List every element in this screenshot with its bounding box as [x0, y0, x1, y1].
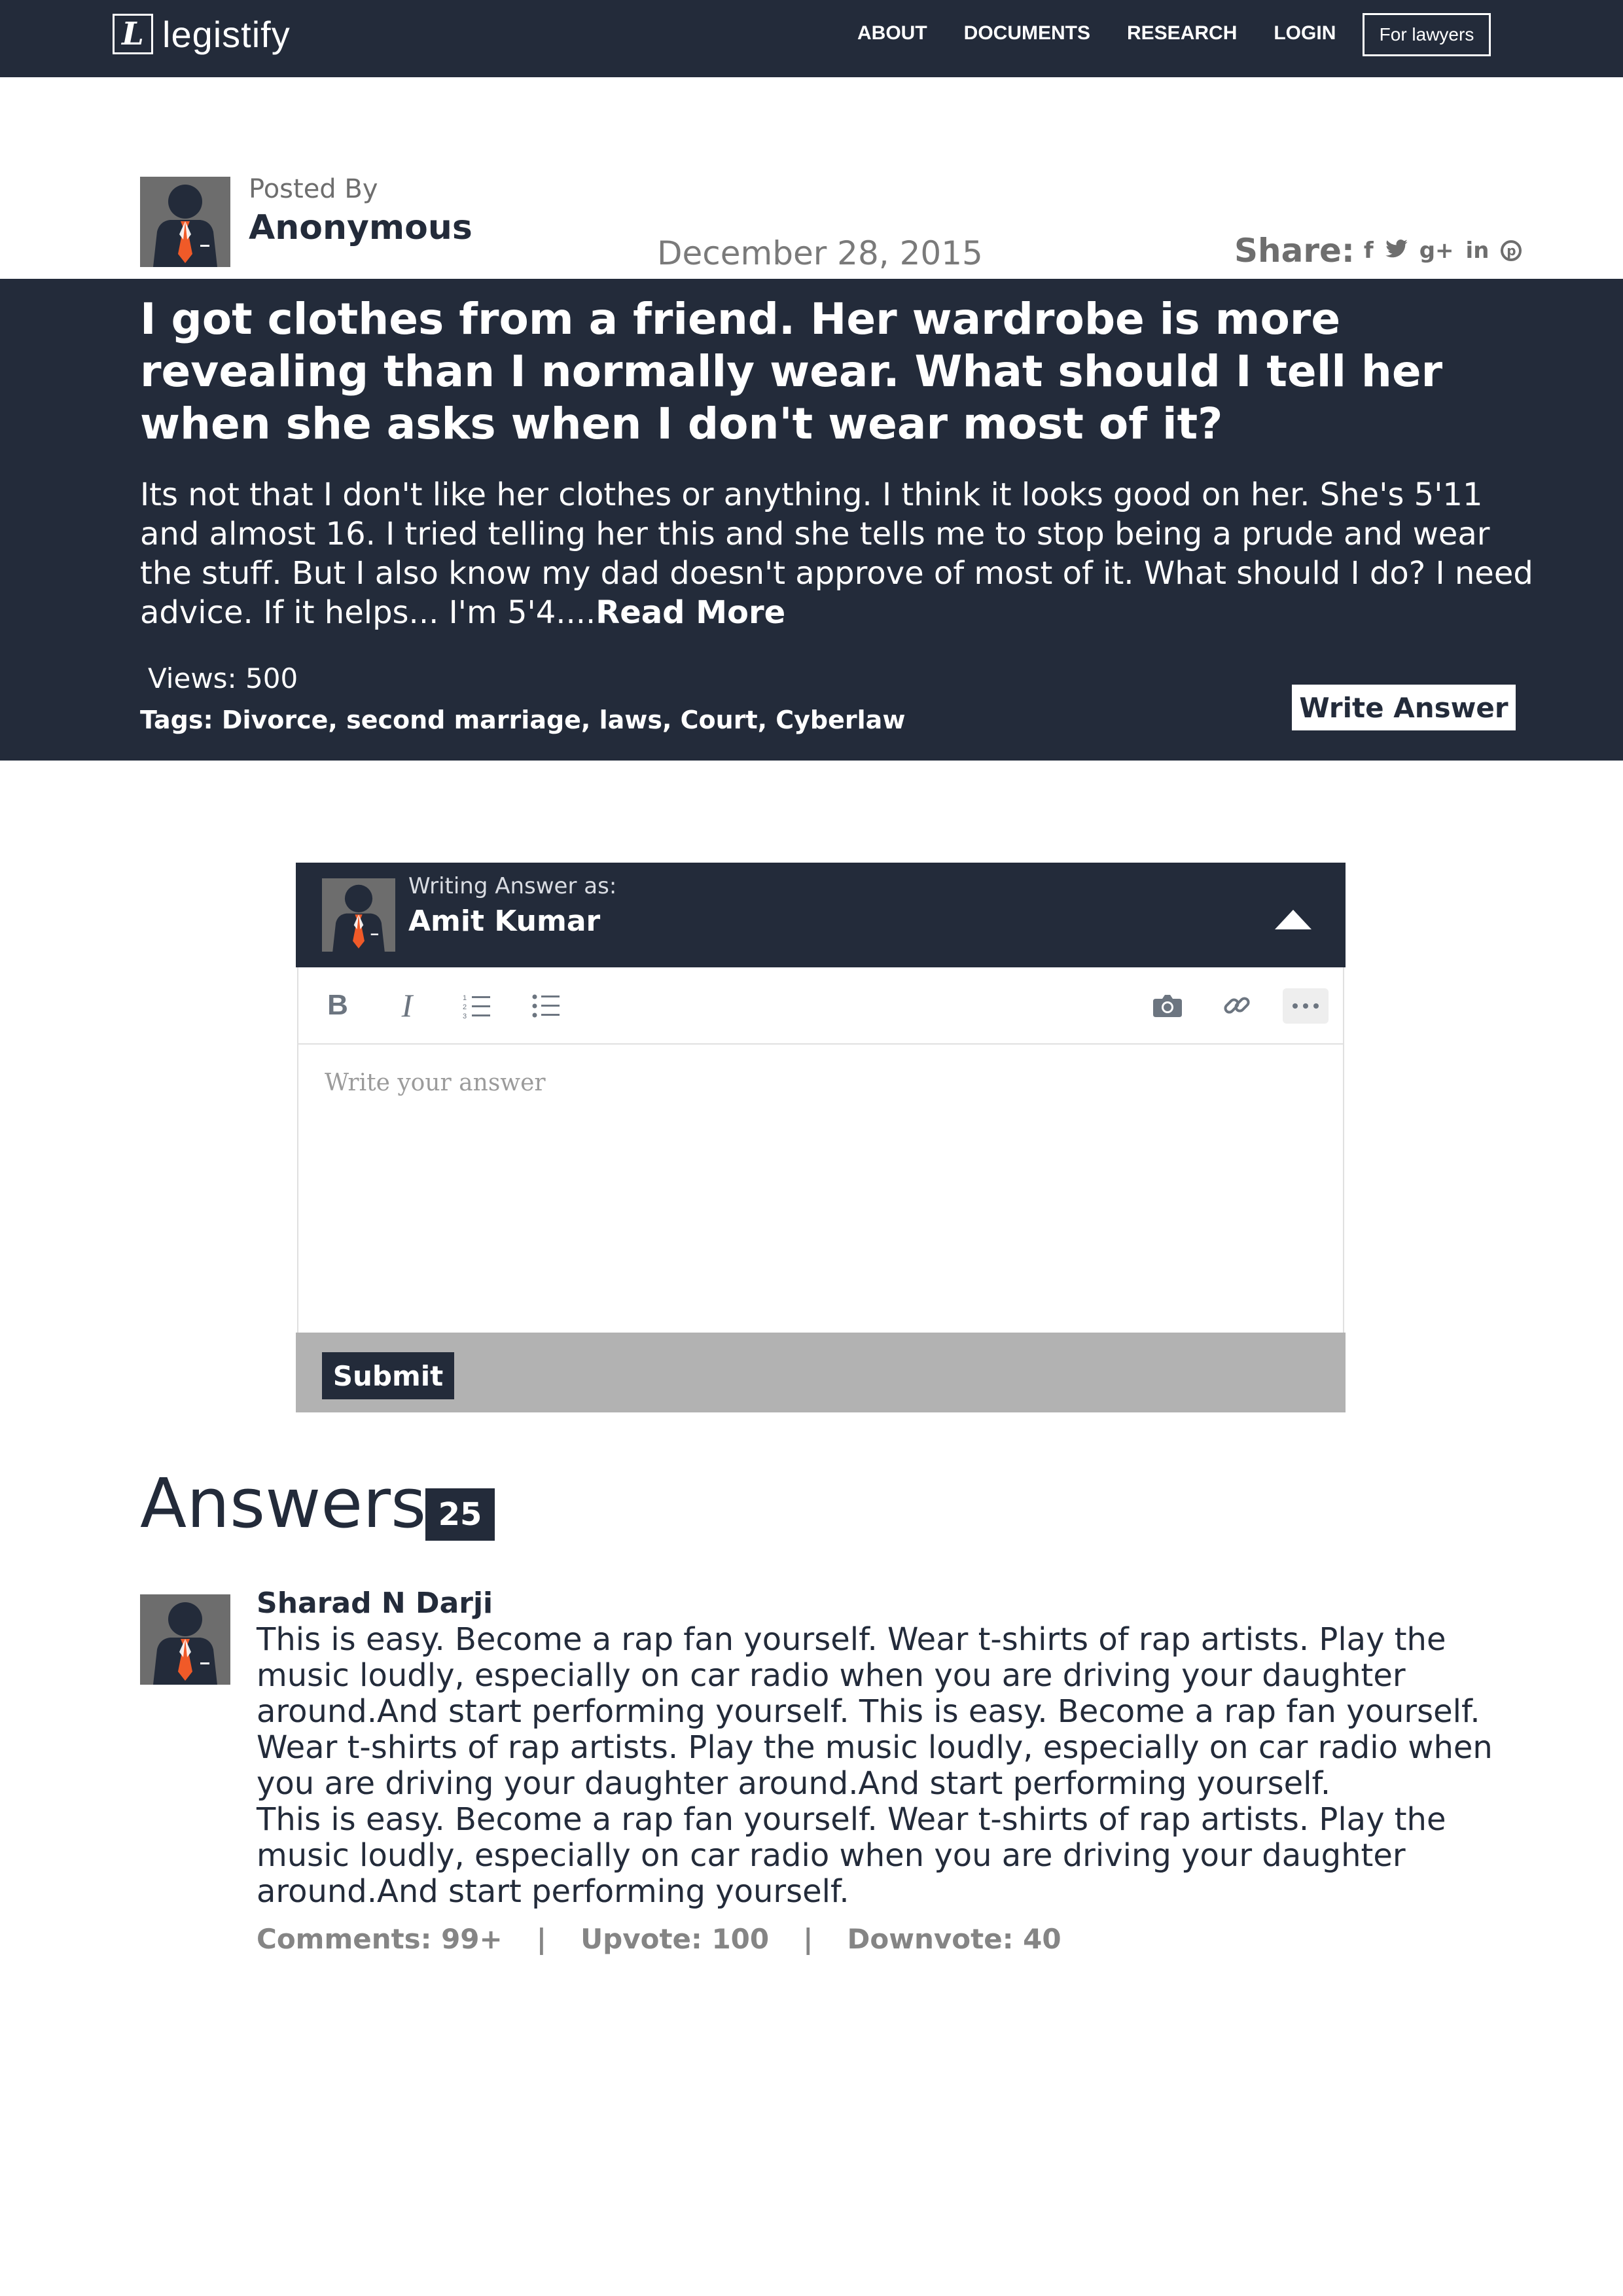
- share-label: Share:: [1234, 232, 1355, 270]
- linkedin-icon[interactable]: in: [1466, 238, 1489, 264]
- italic-icon[interactable]: I: [386, 984, 428, 1026]
- writing-as-label: Writing Answer as:: [408, 873, 617, 899]
- question-panel: I got clothes from a friend. Her wardrob…: [0, 279, 1623, 761]
- google-plus-icon[interactable]: g+: [1419, 238, 1454, 264]
- for-lawyers-button[interactable]: For lawyers: [1363, 13, 1491, 56]
- user-avatar-icon: [140, 177, 230, 267]
- nav-link-documents[interactable]: DOCUMENTS: [964, 22, 1090, 45]
- twitter-icon[interactable]: [1385, 238, 1408, 264]
- author-avatar: [140, 177, 230, 267]
- tags-list[interactable]: Divorce, second marriage, laws, Court, C…: [222, 706, 906, 734]
- read-more-link[interactable]: Read More: [596, 594, 785, 631]
- camera-icon[interactable]: [1147, 984, 1188, 1026]
- question-date: December 28, 2015: [657, 234, 983, 272]
- more-icon[interactable]: [1283, 988, 1329, 1024]
- bullet-list-icon[interactable]: [525, 984, 567, 1026]
- write-answer-button[interactable]: Write Answer: [1292, 685, 1516, 730]
- user-avatar-icon: [140, 1594, 230, 1685]
- answer-input-area: [297, 1045, 1344, 1334]
- brand-logo[interactable]: L legistify: [113, 13, 291, 55]
- stat-separator: |: [536, 1923, 547, 1955]
- brand-name: legistify: [162, 13, 291, 55]
- answers-count-badge: 25: [425, 1488, 495, 1541]
- answer-paragraph: This is easy. Become a rap fan yourself.…: [257, 1801, 1446, 1910]
- question-body: Its not that I don't like her clothes or…: [140, 475, 1534, 632]
- question-title: I got clothes from a friend. Her wardrob…: [140, 294, 1443, 449]
- downvote-button[interactable]: Downvote: 40: [847, 1923, 1061, 1955]
- writer-name: Amit Kumar: [408, 905, 601, 938]
- views-count: Views: 500: [148, 662, 298, 694]
- nav-link-about[interactable]: ABOUT: [857, 22, 927, 45]
- writer-avatar: [322, 878, 395, 952]
- ordered-list-icon[interactable]: 12 3: [455, 984, 497, 1026]
- posted-by-label: Posted By: [249, 174, 378, 204]
- answer-editor: Writing Answer as: Amit Kumar B I 12 3 Su…: [296, 863, 1346, 1412]
- answer-author-avatar: [140, 1594, 230, 1685]
- editor-footer: Submit: [296, 1333, 1346, 1412]
- facebook-icon[interactable]: f: [1364, 238, 1374, 264]
- comments-count[interactable]: Comments: 99+: [257, 1923, 503, 1955]
- collapse-caret-icon[interactable]: [1275, 910, 1311, 929]
- user-avatar-icon: [322, 878, 395, 952]
- tags-line: Tags: Divorce, second marriage, laws, Co…: [140, 706, 905, 734]
- top-navbar: L legistify ABOUT DOCUMENTS RESEARCH LOG…: [0, 0, 1623, 77]
- answer-author[interactable]: Sharad N Darji: [257, 1587, 493, 1620]
- editor-toolbar: B I 12 3: [297, 967, 1344, 1045]
- svg-text:1: 1: [463, 994, 467, 1002]
- question-body-text: Its not that I don't like her clothes or…: [140, 476, 1533, 631]
- nav-link-research[interactable]: RESEARCH: [1127, 22, 1237, 45]
- question-author[interactable]: Anonymous: [249, 208, 473, 247]
- editor-header: Writing Answer as: Amit Kumar: [296, 863, 1346, 967]
- logo-mark: L: [113, 14, 153, 54]
- answer-stats: Comments: 99+ | Upvote: 100 | Downvote: …: [257, 1923, 1061, 1955]
- upvote-button[interactable]: Upvote: 100: [580, 1923, 769, 1955]
- link-icon[interactable]: [1216, 984, 1258, 1026]
- nav-links: ABOUT DOCUMENTS RESEARCH LOGIN: [857, 22, 1372, 45]
- stat-separator: |: [803, 1923, 813, 1955]
- answer-text: This is easy. Become a rap fan yourself.…: [257, 1622, 1500, 1910]
- share-bar: Share: f g+ in p: [1234, 232, 1533, 270]
- svg-text:2: 2: [463, 1003, 467, 1011]
- answer-textarea[interactable]: [325, 1069, 1306, 1305]
- pinterest-icon[interactable]: p: [1501, 240, 1522, 261]
- answers-heading: Answers: [140, 1463, 427, 1543]
- svg-text:3: 3: [463, 1013, 467, 1018]
- submit-button[interactable]: Submit: [322, 1352, 454, 1399]
- answer-paragraph: This is easy. Become a rap fan yourself.…: [257, 1621, 1493, 1802]
- nav-link-login[interactable]: LOGIN: [1274, 22, 1336, 45]
- bold-icon[interactable]: B: [317, 984, 359, 1026]
- tags-label: Tags:: [140, 706, 213, 734]
